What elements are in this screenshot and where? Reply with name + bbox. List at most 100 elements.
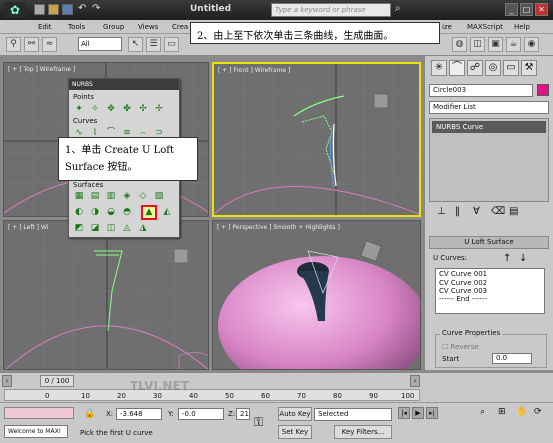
unlink-icon[interactable]: ⚯: [24, 37, 39, 52]
stack-item-nurbs-curve[interactable]: NURBS Curve: [432, 121, 546, 133]
create-multicurve-trim-icon[interactable]: ◬: [121, 223, 133, 234]
bind-space-warp-icon[interactable]: ≈: [42, 37, 57, 52]
create-extrude-surface-icon[interactable]: ◐: [73, 207, 85, 218]
list-item[interactable]: CV Curve 001: [436, 269, 544, 279]
material-editor-icon[interactable]: ◍: [452, 37, 467, 52]
zoom-icon[interactable]: ⌕: [480, 407, 494, 421]
quick-access-save-icon[interactable]: [62, 4, 73, 15]
maxscript-listener-mini[interactable]: [4, 407, 74, 419]
search-icon[interactable]: ⌕: [395, 3, 401, 14]
y-coordinate-field[interactable]: -0.0: [178, 408, 224, 420]
select-object-icon[interactable]: ↖: [128, 37, 143, 52]
reverse-checkbox-label[interactable]: ☐ Reverse: [442, 343, 479, 351]
menu-views[interactable]: Views: [138, 21, 158, 33]
create-mirror-surface-icon[interactable]: ▧: [153, 191, 165, 202]
move-up-icon[interactable]: ↑: [503, 253, 511, 264]
create-uv-loft-surface-icon[interactable]: ◭: [161, 207, 173, 218]
render-production-icon[interactable]: ☕: [506, 37, 521, 52]
make-unique-icon[interactable]: ∀: [473, 206, 480, 217]
selection-filter-dropdown[interactable]: All: [78, 37, 122, 51]
time-slider[interactable]: 0 / 100: [40, 375, 74, 387]
set-key-button[interactable]: Set Key: [278, 425, 312, 439]
create-multisided-blend-icon[interactable]: ◫: [105, 223, 117, 234]
selected-dropdown[interactable]: Selected: [314, 408, 392, 421]
display-tab-icon[interactable]: ▭: [503, 60, 519, 76]
link-icon[interactable]: ⚲: [6, 37, 21, 52]
zoom-all-icon[interactable]: ⊞: [498, 407, 512, 421]
utilities-tab-icon[interactable]: ⚒: [521, 60, 537, 76]
create-cap-surface-icon[interactable]: ◓: [121, 207, 133, 218]
object-name-field[interactable]: Circle003: [429, 84, 533, 97]
hierarchy-tab-icon[interactable]: ☍: [467, 60, 483, 76]
u-loft-surface-rollout-header[interactable]: U Loft Surface: [429, 236, 549, 249]
create-cv-surface-icon[interactable]: ▦: [73, 191, 85, 202]
viewport-perspective[interactable]: [ + ] Perspective ] Smooth + Highlights …: [212, 220, 421, 370]
quick-access-open-icon[interactable]: [48, 4, 59, 15]
viewport-front[interactable]: [ + ] Front ] Wireframe ]: [212, 62, 421, 217]
create-offset-point-icon[interactable]: ✧: [89, 104, 101, 115]
object-color-swatch[interactable]: [537, 84, 549, 96]
timeline-next-icon[interactable]: ›: [410, 375, 420, 387]
quick-access-redo-icon[interactable]: ↷: [92, 3, 100, 14]
render-setup-icon[interactable]: ◫: [470, 37, 485, 52]
configure-modifier-sets-icon[interactable]: ▤: [509, 206, 518, 217]
set-key-mode-icon[interactable]: ⚿: [254, 415, 263, 430]
menu-edit[interactable]: Edit: [38, 21, 52, 33]
create-curve-curve-point-icon[interactable]: ✤: [121, 104, 133, 115]
create-offset-surface-icon[interactable]: ◇: [137, 191, 149, 202]
viewport-left[interactable]: [ + ] Left ] Wi: [3, 220, 209, 370]
z-coordinate-field[interactable]: 21: [236, 408, 250, 420]
menu-tools[interactable]: Tools: [68, 21, 85, 33]
key-filters-button[interactable]: Key Filters...: [334, 425, 392, 439]
orbit-icon[interactable]: ⟳: [534, 407, 548, 421]
auto-key-button[interactable]: Auto Key: [278, 407, 312, 421]
rectangular-selection-icon[interactable]: ▭: [164, 37, 179, 52]
create-ruled-surface-icon[interactable]: ◒: [105, 207, 117, 218]
menu-maxscript[interactable]: MAXScript: [467, 21, 503, 33]
search-input[interactable]: Type a keyword or phrase: [271, 3, 391, 17]
move-down-icon[interactable]: ↓: [519, 253, 527, 264]
create-point-surface-icon[interactable]: ▤: [89, 191, 101, 202]
show-end-result-icon[interactable]: ‖: [455, 206, 460, 217]
create-1-rail-sweep-icon[interactable]: ◩: [73, 223, 85, 234]
menu-help[interactable]: Help: [514, 21, 530, 33]
pin-stack-icon[interactable]: ⊥: [437, 206, 446, 217]
create-transform-surface-icon[interactable]: ▥: [105, 191, 117, 202]
render-iterative-icon[interactable]: ◉: [524, 37, 539, 52]
list-item[interactable]: ------ End ------: [436, 295, 544, 303]
app-logo-icon[interactable]: ✿: [4, 2, 26, 18]
quick-access-new-icon[interactable]: [34, 4, 45, 15]
create-tab-icon[interactable]: ✳: [431, 60, 447, 76]
list-item[interactable]: CV Curve 002: [436, 279, 544, 287]
nurbs-toolbox-title[interactable]: NURBS: [69, 79, 179, 90]
menu-group[interactable]: Group: [103, 21, 124, 33]
create-blend-surface-icon[interactable]: ◈: [121, 191, 133, 202]
timeline-prev-icon[interactable]: ‹: [2, 375, 12, 387]
list-item[interactable]: CV Curve 003: [436, 287, 544, 295]
modify-tab-icon[interactable]: ⌒: [449, 60, 465, 76]
start-field[interactable]: 0.0: [492, 353, 532, 364]
create-u-loft-surface-button[interactable]: ▲: [141, 205, 157, 220]
go-to-end-icon[interactable]: ▸|: [426, 407, 438, 419]
create-surface-curve-point-icon[interactable]: ✢: [153, 104, 165, 115]
track-bar[interactable]: 0 10 20 30 40 50 60 70 80 90 100: [4, 389, 420, 401]
close-button[interactable]: ✕: [535, 3, 548, 16]
create-curve-point-icon[interactable]: ✥: [105, 104, 117, 115]
go-to-start-icon[interactable]: |◂: [398, 407, 410, 419]
menu-create[interactable]: Crea: [172, 21, 188, 33]
welcome-field[interactable]: Welcome to MAX!: [4, 425, 68, 438]
quick-access-undo-icon[interactable]: ↶: [78, 3, 86, 14]
create-point-icon[interactable]: ✦: [73, 104, 85, 115]
create-fillet-surface-icon[interactable]: ◮: [137, 223, 149, 234]
minimize-button[interactable]: _: [505, 3, 518, 16]
menu-customize[interactable]: ize: [442, 21, 452, 33]
lock-selection-icon[interactable]: 🔒: [84, 409, 95, 419]
play-icon[interactable]: ▶: [412, 407, 424, 419]
render-frame-icon[interactable]: ▣: [488, 37, 503, 52]
select-by-name-icon[interactable]: ☰: [146, 37, 161, 52]
create-2-rail-sweep-icon[interactable]: ◪: [89, 223, 101, 234]
remove-modifier-icon[interactable]: ⌫: [491, 206, 505, 217]
pan-icon[interactable]: ✋: [516, 407, 530, 421]
u-curves-list[interactable]: CV Curve 001 CV Curve 002 CV Curve 003 -…: [435, 268, 545, 314]
create-surface-point-icon[interactable]: ✣: [137, 104, 149, 115]
